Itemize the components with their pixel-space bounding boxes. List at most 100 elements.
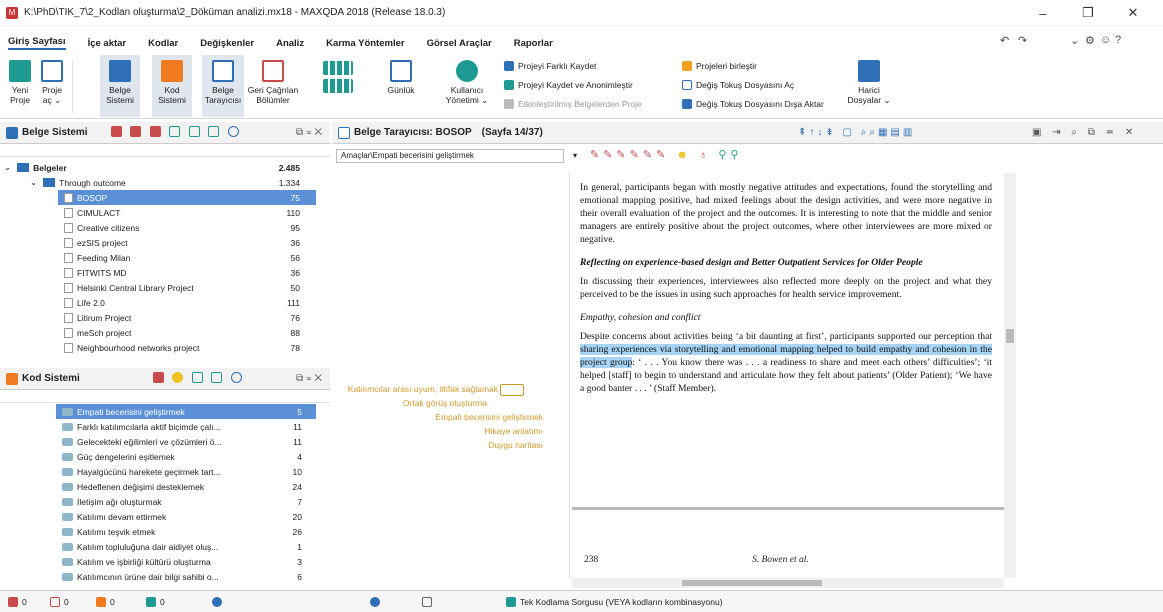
maximize-button[interactable]: ❐ xyxy=(1068,0,1108,26)
belge-search-bar[interactable] xyxy=(0,145,330,157)
highlight-pen-icon[interactable]: ✎✎✎✎✎✎ xyxy=(590,149,669,161)
tree-row-document[interactable]: ezSIS project 36 xyxy=(0,235,316,250)
tree-row-document[interactable]: Creative citizens 95 xyxy=(0,220,316,235)
coding-stripe-label[interactable]: Hikaye anlatımı xyxy=(343,426,543,436)
layout-grid-button-1[interactable] xyxy=(320,55,356,117)
coding-stripe-label[interactable]: Ortak görüş oluşturma xyxy=(343,398,487,408)
tab-karma-yontemler[interactable]: Karma Yöntemler xyxy=(326,38,405,49)
tree-row-document[interactable]: Life 2.0 111 xyxy=(0,295,316,310)
status-segments[interactable]: 0 xyxy=(96,596,115,607)
kod-sistemi-button[interactable]: Kod Sistemi xyxy=(152,55,192,117)
kod-search-bar[interactable] xyxy=(0,391,330,403)
search-icon[interactable] xyxy=(227,126,239,137)
panel-controls-icon[interactable]: ⧉ ≖ ✕ xyxy=(296,127,322,138)
h-scrollbar-thumb[interactable] xyxy=(682,580,822,586)
coding-stripe-label[interactable]: Duygu haritası xyxy=(343,440,543,450)
code-row[interactable]: Empati becerisini geliştirmek 5 xyxy=(56,404,316,419)
belge-sistemi-button[interactable]: Belge Sistemi xyxy=(100,55,140,117)
tree-row-bosop[interactable]: BOSOP 75 xyxy=(58,190,316,205)
help-icon[interactable]: ? xyxy=(1115,34,1121,46)
status-query[interactable]: Tek Kodlama Sorgusu (VEYA kodların kombi… xyxy=(506,596,723,607)
tree-row-document[interactable]: Feeding Milan 56 xyxy=(0,250,316,265)
status-weights[interactable]: 0 xyxy=(146,596,165,607)
coding-stripe-label[interactable]: Katılımcılar arası uyum, ittifak sağlama… xyxy=(343,384,498,394)
smiley-icon[interactable]: ☺ xyxy=(1100,34,1111,46)
code-row[interactable]: Katılımı devam ettirmek 20 xyxy=(56,509,316,524)
code-symbol-icon[interactable]: ♁ xyxy=(699,149,711,161)
minimize-button[interactable]: – xyxy=(1023,0,1063,26)
projeyi-anonim-button[interactable]: Projeyi Kaydet ve Anonimleştir xyxy=(504,80,633,90)
code-panel-controls-icon[interactable]: ⧉ ≖ ✕ xyxy=(296,373,322,384)
code-tree-icon[interactable] xyxy=(211,372,223,383)
yeni-proje-button[interactable]: Yeni Proje xyxy=(4,55,36,117)
code-row[interactable]: Katılımı teşvik etmek 26 xyxy=(56,524,316,539)
code-row[interactable]: Gelecekteki eğilimleri ve çözümleri ö...… xyxy=(56,434,316,449)
tab-gorsel-araclar[interactable]: Görsel Araçlar xyxy=(427,38,492,49)
emoticode-icon[interactable] xyxy=(172,372,184,383)
tree-row-document[interactable]: FITWITS MD 36 xyxy=(0,265,316,280)
tab-ice-aktar[interactable]: İçe aktar xyxy=(88,38,127,49)
collapse-ribbon-icon[interactable]: ⌄ xyxy=(1070,34,1079,47)
redo-icon[interactable]: ↷ xyxy=(1018,34,1027,47)
status-doc[interactable] xyxy=(422,596,436,607)
code-row[interactable]: İletişim ağı oluşturmak 7 xyxy=(56,494,316,509)
code-row[interactable]: Katılım ve işbirliği kültürü oluşturma 3 xyxy=(56,554,316,569)
new-code-icon[interactable] xyxy=(152,372,164,383)
degis-tokus-ac-button[interactable]: Değiş Tokuş Dosyasını Aç xyxy=(682,80,794,90)
paragraph-3[interactable]: Despite concerns about activities being … xyxy=(580,330,992,395)
code-row[interactable]: Katılımcının ürüne dair bilgi sahibi o..… xyxy=(56,569,316,584)
navigation-arrows-icon[interactable]: ⇞↑↓⇟ ▢ ⌕⌕▦▤▥ xyxy=(798,127,915,138)
projeleri-birlestir-button[interactable]: Projeleri birleştir xyxy=(682,61,757,71)
gunluk-button[interactable]: Günlük xyxy=(384,55,418,117)
projeyi-farkli-kaydet-button[interactable]: Projeyi Farklı Kaydet xyxy=(504,61,596,71)
code-select-dropdown[interactable]: Amaçlar\Empati becerisini geliştirmek ▾ xyxy=(336,149,577,163)
tree-row-document[interactable]: Neighbourhood networks project 78 xyxy=(0,340,316,355)
collapse-icon[interactable] xyxy=(188,126,200,137)
filter-icon[interactable] xyxy=(149,126,161,137)
expand-icon[interactable] xyxy=(169,126,181,137)
horizontal-scrollbar[interactable] xyxy=(572,578,1004,588)
tree-row-document[interactable]: meSch project 88 xyxy=(0,325,316,340)
tab-degiskenler[interactable]: Değişkenler xyxy=(200,38,254,49)
geri-cagrilan-button[interactable]: Geri Çağrılan Bölümler xyxy=(246,55,300,117)
scrollbar-thumb[interactable] xyxy=(1006,329,1014,343)
tab-raporlar[interactable]: Raporlar xyxy=(514,38,553,49)
status-user2[interactable] xyxy=(370,596,384,607)
harici-dosyalar-button[interactable]: Harici Dosyalar ⌄ xyxy=(847,55,891,117)
emoticon-icon[interactable]: ☻ xyxy=(676,149,692,161)
status-documents[interactable]: 0 xyxy=(8,596,27,607)
tree-row-document[interactable]: Helsinki Central Library Project 50 xyxy=(0,280,316,295)
deactivate-icon[interactable] xyxy=(130,126,142,137)
browser-tools-icon[interactable]: ▣ ⇥ ⌕ ⧉ ≖ ✕ xyxy=(1032,127,1137,138)
vertical-scrollbar[interactable] xyxy=(1004,173,1016,578)
activate-icon[interactable] xyxy=(110,126,122,137)
tab-giris-sayfasi[interactable]: Giriş Sayfası xyxy=(8,36,66,50)
list-icon[interactable] xyxy=(208,126,220,137)
code-row[interactable]: Katılım topluluğuna dair aidiyet oluş...… xyxy=(56,539,316,554)
code-search-icon[interactable] xyxy=(230,372,242,383)
coding-stripe-label[interactable]: Empati becerisini geliştirmek xyxy=(343,412,543,422)
code-row[interactable]: Hayalgücünü harekete geçirmek tart... 10 xyxy=(56,464,316,479)
tab-kodlar[interactable]: Kodlar xyxy=(148,38,178,49)
settings-gear-icon[interactable]: ⚙ xyxy=(1085,34,1095,47)
status-user[interactable] xyxy=(212,596,226,607)
kullanici-yonetimi-button[interactable]: Kullanıcı Yönetimi ⌄ xyxy=(442,55,492,117)
code-row[interactable]: Güç dengelerini eşitlemek 4 xyxy=(56,449,316,464)
code-list-icon[interactable] xyxy=(191,372,203,383)
code-row[interactable]: Farklı katılımcılarla aktif biçimde çalı… xyxy=(56,419,316,434)
close-button[interactable]: ✕ xyxy=(1113,0,1153,26)
code-row[interactable]: Hedeflenen değişimi desteklemek 24 xyxy=(56,479,316,494)
tree-row-document[interactable]: CIMULACT 110 xyxy=(0,205,316,220)
belge-tarayicisi-button[interactable]: Belge Tarayıcısı xyxy=(202,55,244,117)
tree-row-document[interactable]: Litirum Project 76 xyxy=(0,310,316,325)
degis-tokus-disa-button[interactable]: Değiş Tokuş Dosyasını Dışa Aktar xyxy=(682,99,824,109)
link-icon[interactable]: ⚲⚲ xyxy=(718,149,742,161)
status-codes[interactable]: 0 xyxy=(50,596,69,607)
tree-row-belgeler[interactable]: ⌄ Belgeler 2.485 xyxy=(0,160,316,175)
tree-row-through-outcome[interactable]: ⌄ Through outcome 1.334 xyxy=(0,175,316,190)
etkinlestirilmis-button[interactable]: Etkinleştirilmiş Belgelerden Proje xyxy=(504,99,642,109)
coding-toolbar[interactable]: ✎✎✎✎✎✎ ☻ ♁ ⚲⚲ xyxy=(590,148,742,161)
tab-analiz[interactable]: Analiz xyxy=(276,38,304,49)
undo-icon[interactable]: ↶ xyxy=(1000,34,1009,47)
proje-ac-button[interactable]: Proje aç ⌄ xyxy=(36,55,68,117)
